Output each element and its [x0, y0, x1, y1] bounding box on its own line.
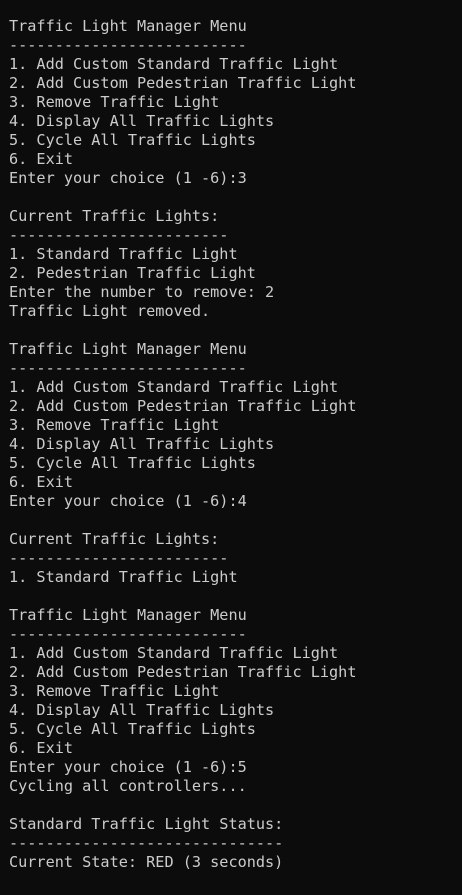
terminal-line: 1. Add Custom Standard Traffic Light	[9, 644, 339, 662]
terminal-line: 5. Cycle All Traffic Lights	[9, 131, 256, 149]
terminal-line: 4. Display All Traffic Lights	[9, 701, 275, 719]
terminal-line: ------------------------------	[9, 834, 284, 852]
terminal-line: 6. Exit	[9, 150, 74, 168]
terminal-line: 2. Add Custom Pedestrian Traffic Light	[9, 74, 357, 92]
terminal-line: --------------------------	[9, 36, 247, 54]
terminal-line: 4. Display All Traffic Lights	[9, 435, 275, 453]
terminal-window[interactable]: Traffic Light Manager Menu -------------…	[0, 0, 462, 895]
terminal-line: 5. Cycle All Traffic Lights	[9, 720, 256, 738]
terminal-line: 1. Standard Traffic Light	[9, 245, 238, 263]
terminal-line: 6. Exit	[9, 473, 74, 491]
terminal-line: 6. Exit	[9, 739, 74, 757]
terminal-line: Traffic Light removed.	[9, 302, 211, 320]
terminal-line: Current Traffic Lights:	[9, 207, 220, 225]
terminal-line: --------------------------	[9, 359, 247, 377]
terminal-line: 1. Standard Traffic Light	[9, 568, 238, 586]
terminal-line: Traffic Light Manager Menu	[9, 606, 247, 624]
terminal-line: Standard Traffic Light Status:	[9, 815, 284, 833]
terminal-line: Traffic Light Manager Menu	[9, 17, 247, 35]
terminal-line: 3. Remove Traffic Light	[9, 682, 220, 700]
terminal-line: Enter your choice (1 -6):3	[9, 169, 247, 187]
terminal-line: Cycling all controllers...	[9, 777, 247, 795]
terminal-line: Traffic Light Manager Menu	[9, 340, 247, 358]
terminal-line: 1. Add Custom Standard Traffic Light	[9, 55, 339, 73]
terminal-line: 2. Add Custom Pedestrian Traffic Light	[9, 663, 357, 681]
terminal-line: 3. Remove Traffic Light	[9, 93, 220, 111]
terminal-line: Current State: RED (3 seconds)	[9, 853, 284, 871]
terminal-line: 3. Remove Traffic Light	[9, 416, 220, 434]
terminal-line: 4. Display All Traffic Lights	[9, 112, 275, 130]
terminal-line: Enter your choice (1 -6):4	[9, 492, 247, 510]
terminal-line: ------------------------	[9, 549, 229, 567]
terminal-line: 2. Add Custom Pedestrian Traffic Light	[9, 397, 357, 415]
terminal-line: 2. Pedestrian Traffic Light	[9, 264, 256, 282]
terminal-line: --------------------------	[9, 625, 247, 643]
terminal-line: 1. Add Custom Standard Traffic Light	[9, 378, 339, 396]
terminal-line: ------------------------	[9, 226, 229, 244]
terminal-line: Current Traffic Lights:	[9, 530, 220, 548]
terminal-line: Enter the number to remove: 2	[9, 283, 275, 301]
terminal-line: Enter your choice (1 -6):5	[9, 758, 247, 776]
terminal-line: 5. Cycle All Traffic Lights	[9, 454, 256, 472]
